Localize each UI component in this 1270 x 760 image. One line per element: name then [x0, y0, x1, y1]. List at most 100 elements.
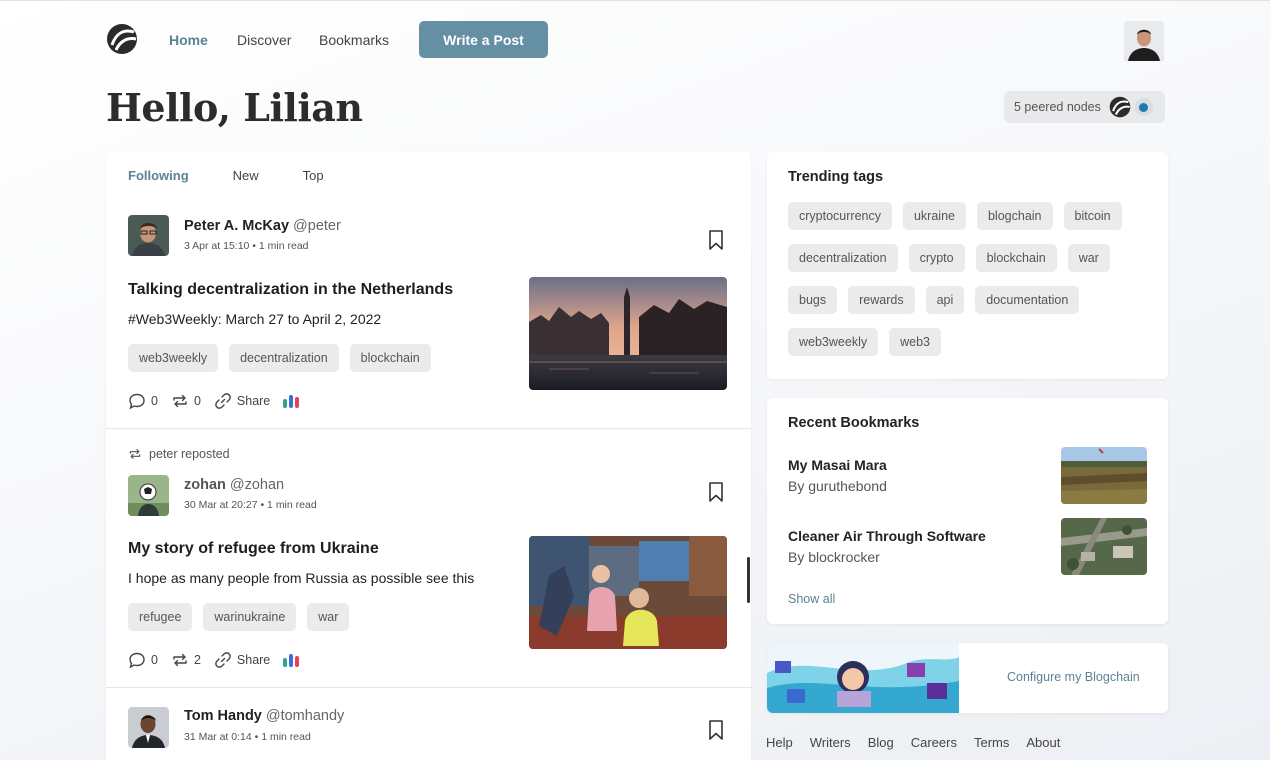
author-avatar[interactable]	[128, 475, 169, 516]
tag-chip[interactable]: refugee	[128, 603, 193, 631]
author-name[interactable]: Tom Handy	[184, 708, 262, 724]
feed-scrollbar[interactable]	[747, 557, 750, 603]
repost-icon	[129, 449, 141, 459]
bookmark-icon[interactable]	[706, 719, 726, 741]
configure-blogchain-link[interactable]: Configure my Blogchain	[1007, 670, 1140, 684]
trending-tag[interactable]: ukraine	[902, 202, 966, 230]
tag-chip[interactable]: warinukraine	[203, 603, 297, 631]
bookmark-icon[interactable]	[706, 481, 726, 503]
trending-tag[interactable]: blockchain	[975, 244, 1057, 272]
comment-count: 0	[151, 653, 158, 667]
footer-about[interactable]: About	[1026, 735, 1060, 750]
footer-help[interactable]: Help	[766, 735, 793, 750]
post-meta: 31 Mar at 0:14 • 1 min read	[184, 731, 311, 743]
post-author: Peter A. McKay @peter	[184, 218, 341, 234]
bookmark-icon[interactable]	[706, 229, 726, 251]
trending-tag[interactable]: crypto	[908, 244, 965, 272]
author-handle[interactable]: @tomhandy	[266, 708, 344, 724]
repost-count: 0	[193, 394, 201, 408]
stats-icon[interactable]	[283, 394, 300, 408]
post-subtitle: #Web3Weekly: March 27 to April 2, 2022	[128, 311, 382, 327]
tag-chip[interactable]: war	[307, 603, 350, 631]
nav-discover[interactable]: Discover	[237, 32, 291, 48]
footer-terms[interactable]: Terms	[974, 735, 1009, 750]
stats-icon[interactable]	[283, 653, 300, 667]
trending-tag[interactable]: documentation	[975, 286, 1080, 314]
feed-panel: Following New Top Peter A. McKay @peter 3…	[106, 152, 751, 760]
repost-icon	[173, 653, 187, 667]
post-thumbnail[interactable]	[529, 536, 727, 649]
post-meta: 30 Mar at 20:27 • 1 min read	[184, 499, 317, 511]
tab-following[interactable]: Following	[128, 168, 189, 183]
recent-bookmarks-card: Recent Bookmarks My Masai Mara By guruth…	[767, 398, 1168, 624]
footer-writers[interactable]: Writers	[810, 735, 851, 750]
post-subtitle: I hope as many people from Russia as pos…	[128, 570, 475, 586]
trending-tag[interactable]: bugs	[788, 286, 838, 314]
trending-tag[interactable]: blogchain	[976, 202, 1053, 230]
bookmark-item[interactable]: My Masai Mara By guruthebond	[788, 457, 887, 494]
trending-tag[interactable]: rewards	[848, 286, 915, 314]
repost-note: peter reposted	[128, 447, 230, 461]
bookmark-thumbnail[interactable]	[1061, 518, 1147, 575]
author-avatar[interactable]	[128, 707, 169, 748]
trending-tag[interactable]: api	[925, 286, 965, 314]
bookmark-thumbnail[interactable]	[1061, 447, 1147, 504]
tab-top[interactable]: Top	[303, 168, 324, 183]
nav-home[interactable]: Home	[169, 32, 208, 48]
trending-tags-title: Trending tags	[788, 169, 884, 185]
author-name[interactable]: Peter A. McKay	[184, 218, 289, 234]
comment-icon	[129, 652, 145, 669]
page-greeting: Hello, Lilian	[106, 85, 363, 130]
configure-blogchain-banner[interactable]: Configure my Blogchain	[767, 643, 1168, 713]
author-handle[interactable]: @zohan	[230, 477, 284, 493]
footer-careers[interactable]: Careers	[911, 735, 957, 750]
comment-button[interactable]: 0	[128, 392, 158, 410]
post-meta: 3 Apr at 15:10 • 1 min read	[184, 240, 309, 252]
tab-new[interactable]: New	[233, 168, 259, 183]
post-actions: 0 2 Share	[128, 651, 300, 669]
tag-chip[interactable]: web3weekly	[128, 344, 219, 372]
repost-button[interactable]: 2	[171, 651, 201, 669]
nav-bookmarks[interactable]: Bookmarks	[319, 32, 389, 48]
post-tags: web3weekly decentralization blockchain	[128, 344, 431, 372]
author-handle[interactable]: @peter	[293, 218, 341, 234]
bookmark-author: By blockrocker	[788, 549, 880, 565]
trending-tag[interactable]: web3	[889, 328, 941, 356]
trending-tag-list: cryptocurrency ukraine blogchain bitcoin…	[788, 202, 1158, 356]
user-avatar[interactable]	[1124, 21, 1164, 61]
recent-bookmarks-title: Recent Bookmarks	[788, 415, 920, 431]
post-tags: refugee warinukraine war	[128, 603, 350, 631]
trending-tag[interactable]: cryptocurrency	[788, 202, 892, 230]
banner-illustration	[767, 643, 959, 713]
bookmark-item[interactable]: Cleaner Air Through Software By blockroc…	[788, 528, 986, 565]
bookmark-title[interactable]: My Masai Mara	[788, 457, 887, 473]
write-post-button[interactable]: Write a Post	[419, 21, 548, 58]
post-actions: 0 0 Share	[128, 392, 300, 410]
author-name[interactable]: zohan	[184, 477, 226, 493]
post-title[interactable]: My story of refugee from Ukraine	[128, 540, 379, 558]
tag-chip[interactable]: decentralization	[229, 344, 339, 372]
bookmark-title[interactable]: Cleaner Air Through Software	[788, 528, 986, 544]
comment-count: 0	[151, 394, 158, 408]
trending-tag[interactable]: war	[1067, 244, 1110, 272]
feed-tabs: Following New Top	[128, 168, 324, 183]
author-avatar[interactable]	[128, 215, 169, 256]
trending-tag[interactable]: decentralization	[788, 244, 898, 272]
peered-nodes-label: 5 peered nodes	[1014, 100, 1101, 114]
trending-tag[interactable]: bitcoin	[1063, 202, 1122, 230]
share-button[interactable]: Share	[214, 392, 270, 410]
footer-blog[interactable]: Blog	[868, 735, 894, 750]
comment-button[interactable]: 0	[128, 651, 158, 669]
post-divider	[106, 428, 751, 429]
node-status-dot	[1134, 98, 1153, 116]
post-thumbnail[interactable]	[529, 277, 727, 390]
blogchain-logo[interactable]	[106, 23, 138, 55]
tag-chip[interactable]: blockchain	[349, 344, 431, 372]
post-title[interactable]: Talking decentralization in the Netherla…	[128, 281, 453, 299]
footer-links: Help Writers Blog Careers Terms About	[766, 735, 1060, 750]
share-button[interactable]: Share	[214, 651, 270, 669]
repost-button[interactable]: 0	[171, 392, 201, 410]
show-all-bookmarks-link[interactable]: Show all	[788, 592, 835, 606]
trending-tag[interactable]: web3weekly	[788, 328, 879, 356]
peered-nodes-status[interactable]: 5 peered nodes	[1004, 91, 1165, 123]
